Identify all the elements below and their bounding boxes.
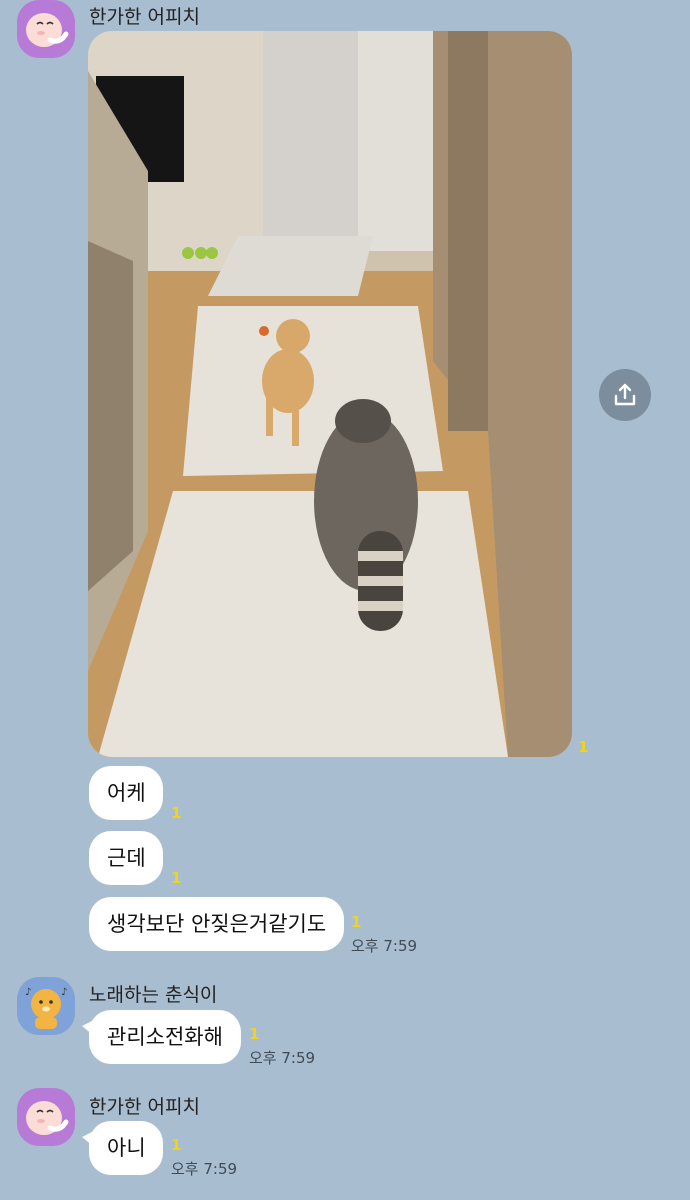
- message-bubble[interactable]: 어케: [89, 766, 163, 820]
- unread-count: 1: [171, 804, 182, 822]
- svg-text:♪: ♪: [25, 987, 31, 998]
- share-button[interactable]: [599, 369, 651, 421]
- unread-count: 1: [171, 1136, 182, 1154]
- apeach-icon: [26, 13, 69, 47]
- choonsik-icon: ♪ ♪: [25, 987, 67, 1029]
- message-bubble[interactable]: 관리소전화해: [82, 1010, 241, 1064]
- sender-name: 한가한 어피치: [89, 6, 200, 28]
- message-bubble[interactable]: 근데: [89, 831, 163, 885]
- sender-avatar-choonsik[interactable]: ♪ ♪: [17, 977, 75, 1035]
- message-bubble[interactable]: 아니: [82, 1121, 163, 1175]
- photo-message[interactable]: [88, 31, 572, 757]
- unread-count: 1: [249, 1025, 260, 1043]
- sender-avatar-apeach[interactable]: [17, 1088, 75, 1146]
- sender-name: 한가한 어피치: [89, 1096, 200, 1118]
- share-icon: [614, 383, 636, 406]
- unread-count: 1: [171, 869, 182, 887]
- sender-name: 노래하는 춘식이: [89, 984, 218, 1006]
- apeach-icon: [26, 1101, 69, 1135]
- unread-count: 1: [578, 738, 589, 756]
- message-time: 오후 7:59: [171, 1160, 238, 1178]
- message-bubble[interactable]: 생각보단 안짖은거같기도: [89, 897, 344, 951]
- svg-text:♪: ♪: [61, 987, 67, 998]
- sender-avatar-apeach[interactable]: [17, 0, 75, 58]
- message-time: 오후 7:59: [249, 1049, 316, 1067]
- unread-count: 1: [351, 913, 362, 931]
- message-time: 오후 7:59: [351, 937, 418, 955]
- photo-raccoon-dog-hallway: [88, 31, 572, 757]
